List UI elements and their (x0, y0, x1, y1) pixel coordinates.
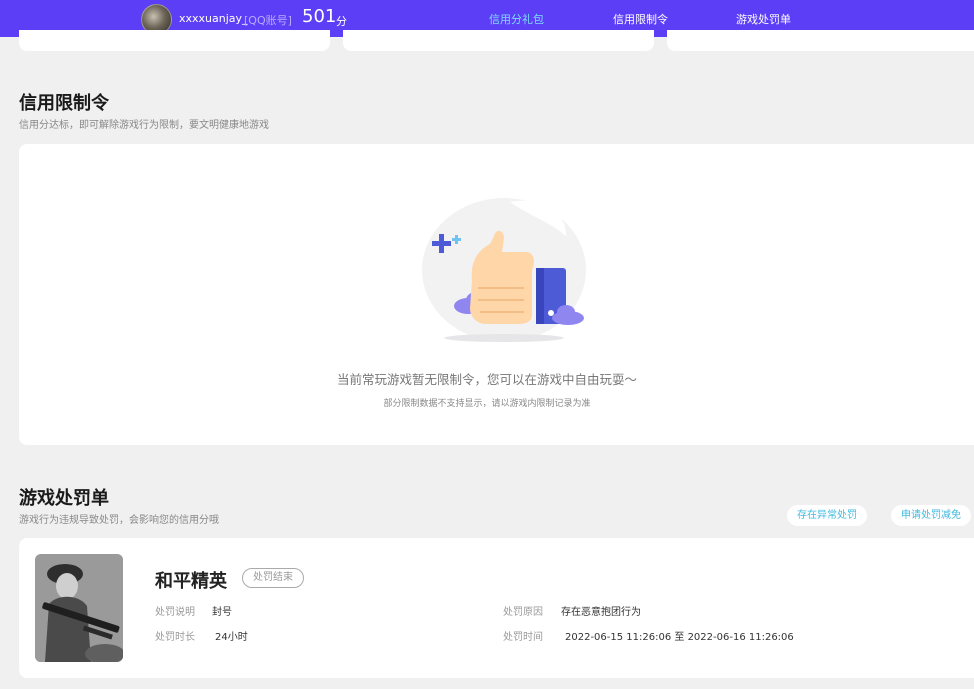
penalty-time-label: 处罚时间 (503, 632, 543, 643)
penalty-reason-label: 处罚原因 (503, 607, 543, 618)
tab-penalty[interactable]: 游戏处罚单 (736, 11, 791, 27)
credit-score: 501 (302, 6, 337, 27)
penalty-duration-label: 处罚时长 (155, 632, 195, 643)
abnormal-penalty-button[interactable]: 存在异常处罚 (787, 505, 867, 526)
soldier-image (35, 554, 123, 662)
credit-score-unit: 分 (336, 15, 347, 28)
penalty-title: 游戏处罚单 (19, 488, 109, 509)
restriction-subtitle: 信用分达标，即可解除游戏行为限制，要文明健康地游戏 (19, 120, 269, 131)
tab-credit-gift[interactable]: 信用分礼包 (489, 11, 544, 27)
restriction-title: 信用限制令 (19, 93, 109, 114)
penalty-duration-value: 24小时 (215, 632, 248, 643)
gift-card-1[interactable] (19, 30, 330, 51)
penalty-time-value: 2022-06-15 11:26:06 至 2022-06-16 11:26:0… (565, 632, 794, 643)
penalty-subtitle: 游戏行为违规导致处罚，会影响您的信用分哦 (19, 515, 219, 526)
game-thumbnail (35, 554, 123, 662)
penalty-reason-value: 存在恶意抱团行为 (561, 607, 641, 618)
penalty-reduction-button[interactable]: 申请处罚减免 (891, 505, 971, 526)
empty-restriction-message: 当前常玩游戏暂无限制令，您可以在游戏中自由玩耍～ (336, 372, 637, 387)
username: xxxxuanjay_ (179, 12, 248, 25)
tab-restriction[interactable]: 信用限制令 (613, 11, 668, 27)
game-name: 和平精英 (155, 571, 227, 592)
penalty-desc-value: 封号 (212, 607, 232, 618)
gift-card-2[interactable] (343, 30, 654, 51)
gift-card-3[interactable] (667, 30, 974, 51)
account-type-label: [QQ账号] (244, 14, 292, 27)
thumbs-up-illustration (422, 198, 586, 342)
status-badge: 处罚结束 (242, 568, 304, 588)
empty-restriction-note: 部分限制数据不支持显示，请以游戏内限制记录为准 (383, 399, 591, 409)
penalty-desc-label: 处罚说明 (155, 607, 195, 618)
